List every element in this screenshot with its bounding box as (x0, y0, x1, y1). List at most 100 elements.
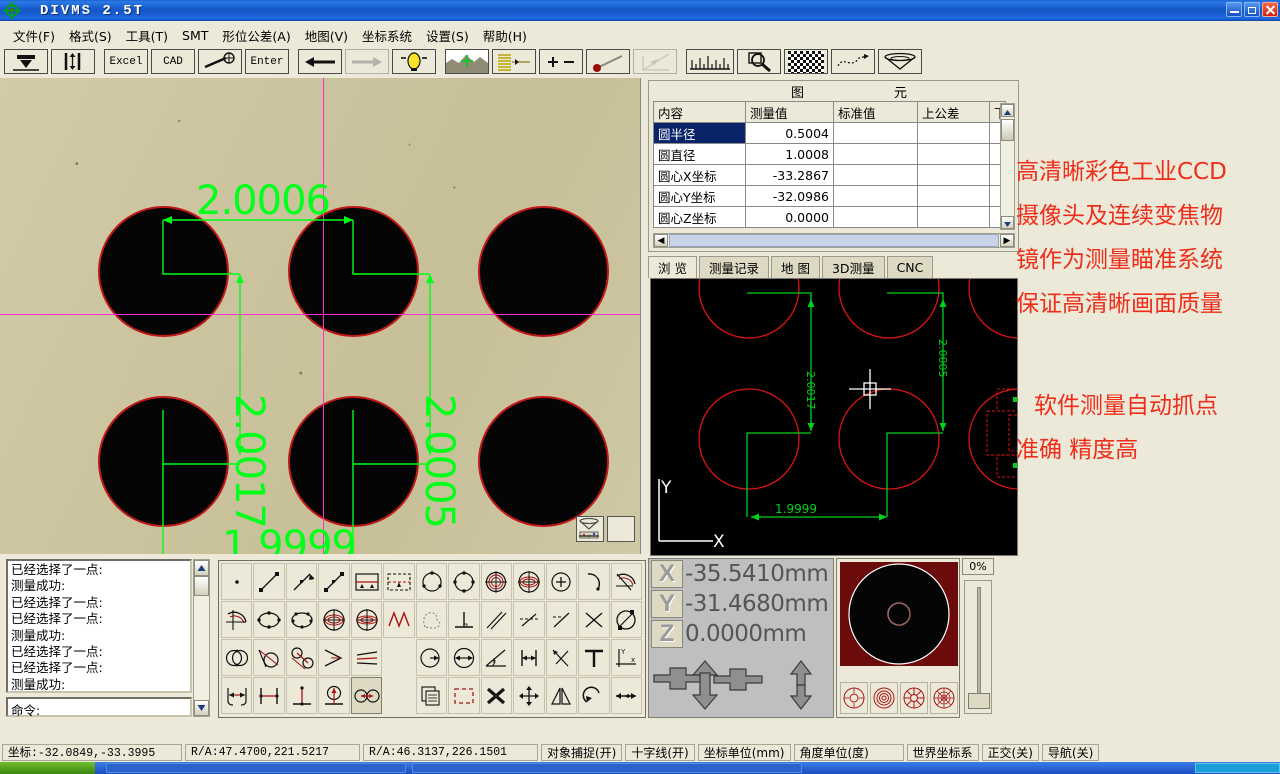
lens-view-mono-button[interactable] (607, 516, 635, 542)
col-content[interactable]: 内容 (654, 102, 746, 123)
start-button[interactable] (0, 762, 95, 774)
angle-icon[interactable] (633, 49, 677, 74)
angle-measure-icon[interactable] (481, 639, 512, 676)
tab-3d-measure[interactable]: 3D测量 (822, 256, 885, 278)
ruler-scale-icon[interactable] (686, 49, 734, 74)
circle-center-icon[interactable] (546, 563, 577, 600)
scroll-thumb[interactable] (1001, 119, 1014, 141)
rect-dashed-icon[interactable] (383, 563, 414, 600)
delete-x-icon[interactable] (481, 677, 512, 714)
col-measured[interactable]: 测量值 (746, 102, 834, 123)
measurement-table[interactable]: 内容 测量值 标准值 上公差 下 圆半径 0.5004 圆直径 1.0008 (653, 101, 1006, 228)
line-dash-icon[interactable] (546, 601, 577, 638)
table-row[interactable]: 圆直径 1.0008 (654, 144, 1006, 165)
circle-radius-icon[interactable] (416, 639, 447, 676)
rect-midline-icon[interactable] (351, 563, 382, 600)
height-measure-icon[interactable] (286, 677, 317, 714)
scroll-left-icon[interactable]: ◀ (654, 234, 668, 247)
lamp-icon[interactable] (392, 49, 436, 74)
taskbar-tray[interactable] (1195, 763, 1280, 773)
checkerboard-icon[interactable] (784, 49, 828, 74)
circle-tangent-icon[interactable] (253, 639, 284, 676)
mirror-icon[interactable] (546, 677, 577, 714)
ellipse-cross2-icon[interactable] (351, 601, 382, 638)
angle-vertex-icon[interactable] (318, 639, 349, 676)
two-circle-intersect-icon[interactable] (221, 639, 252, 676)
measure-height-icon[interactable] (51, 49, 95, 74)
circle-height-icon[interactable] (318, 677, 349, 714)
zoom-plus-minus-icon[interactable] (539, 49, 583, 74)
maximize-button[interactable] (1244, 2, 1260, 17)
col-upper-tol[interactable]: 上公差 (918, 102, 990, 123)
status-unit-angle[interactable]: 角度单位(度) (794, 744, 904, 761)
reticle-rings-icon[interactable] (870, 682, 898, 714)
scroll-thumb[interactable] (194, 576, 209, 596)
perpendicular-icon[interactable] (448, 601, 479, 638)
line-arrow-icon[interactable] (286, 563, 317, 600)
slot-icon[interactable] (611, 601, 642, 638)
ellipse-cross-icon[interactable] (318, 601, 349, 638)
excel-export-button[interactable]: Excel (104, 49, 148, 74)
tab-measure-record[interactable]: 测量记录 (699, 256, 769, 278)
parallel-lines-icon[interactable] (351, 639, 382, 676)
menu-format[interactable]: 格式(S) (62, 24, 119, 47)
arc-radial-icon[interactable] (611, 563, 642, 600)
grid-horizontal-scrollbar[interactable]: ◀ ▶ (653, 233, 1015, 248)
status-nav[interactable]: 导航(关) (1042, 744, 1099, 761)
angle-point-icon[interactable] (546, 639, 577, 676)
freeform-dashed-icon[interactable] (416, 601, 447, 638)
scroll-down-icon[interactable] (1001, 216, 1014, 229)
minimize-button[interactable] (1226, 2, 1242, 17)
menu-coordinate-system[interactable]: 坐标系统 (355, 24, 419, 47)
arc-icon[interactable] (578, 563, 609, 600)
menu-tools[interactable]: 工具(T) (119, 24, 175, 47)
arc-radial2-icon[interactable] (221, 601, 252, 638)
move-icon[interactable] (513, 677, 544, 714)
line-segment-icon[interactable] (318, 563, 349, 600)
menu-file[interactable]: 文件(F) (6, 24, 62, 47)
close-button[interactable] (1262, 2, 1278, 17)
magnifier-icon[interactable] (737, 49, 781, 74)
select-rect-icon[interactable] (448, 677, 479, 714)
scroll-down-icon[interactable] (194, 700, 209, 716)
two-circle-distance-icon[interactable] (351, 677, 382, 714)
ellipse-concentric-icon[interactable] (513, 563, 544, 600)
distance-arc-icon[interactable] (221, 677, 252, 714)
scroll-up-icon[interactable] (194, 560, 209, 576)
status-wcs[interactable]: 世界坐标系 (907, 744, 979, 761)
reticle-spokes-icon[interactable] (900, 682, 928, 714)
command-input[interactable]: 命令: (6, 697, 192, 717)
perpendicular-t-icon[interactable] (578, 639, 609, 676)
tab-map[interactable]: 地 图 (771, 256, 820, 278)
line-dash-angle-icon[interactable] (513, 601, 544, 638)
tab-browse[interactable]: 浏 览 (648, 256, 697, 278)
wave-icon[interactable] (383, 601, 414, 638)
menu-map[interactable]: 地图(V) (298, 24, 355, 47)
circle-4point-icon[interactable] (448, 563, 479, 600)
status-ortho[interactable]: 正交(关) (982, 744, 1039, 761)
lens-profile-icon[interactable] (878, 49, 922, 74)
taskbar-item-1[interactable] (106, 763, 406, 773)
progress-track[interactable] (964, 580, 992, 714)
grid-vertical-scrollbar[interactable] (1000, 103, 1015, 230)
reticle-dot-icon[interactable] (840, 682, 868, 714)
menu-help[interactable]: 帮助(H) (476, 24, 534, 47)
axis-xy-icon[interactable]: Yx (611, 639, 642, 676)
log-scrollbar[interactable] (193, 559, 210, 717)
arrow-left-icon[interactable] (298, 49, 342, 74)
point-icon[interactable] (221, 563, 252, 600)
log-message-list[interactable]: 已经选择了一点: 测量成功: 已经选择了一点: 已经选择了一点: 测量成功: 已… (6, 559, 192, 693)
status-osnap[interactable]: 对象捕捉(开) (541, 744, 622, 761)
probe-point-icon[interactable] (586, 49, 630, 74)
parallel-line-icon[interactable] (481, 601, 512, 638)
line-2point-icon[interactable] (253, 563, 284, 600)
tab-cnc[interactable]: CNC (887, 256, 934, 278)
circle-concentric-icon[interactable] (481, 563, 512, 600)
table-row[interactable]: 圆心Y坐标 -32.0986 (654, 186, 1006, 207)
taskbar-item-2[interactable] (412, 763, 802, 773)
scroll-right-icon[interactable]: ▶ (1000, 234, 1014, 247)
table-row[interactable]: 圆半径 0.5004 (654, 123, 1006, 144)
cross-lines-icon[interactable] (578, 601, 609, 638)
two-circle-link-icon[interactable] (286, 639, 317, 676)
table-row[interactable]: 圆心X坐标 -33.2867 (654, 165, 1006, 186)
